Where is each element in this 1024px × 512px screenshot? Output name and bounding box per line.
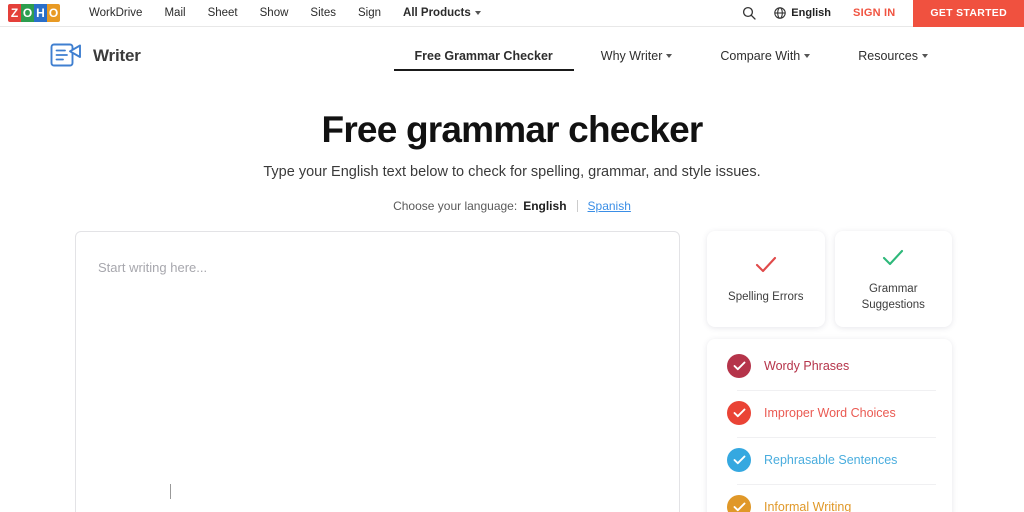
nav-label-compare-with: Compare With: [720, 48, 801, 63]
zoho-logo-letter-o2: O: [47, 4, 60, 22]
language-selector[interactable]: English: [774, 7, 831, 19]
chevron-down-icon: [804, 53, 811, 58]
page-subtitle: Type your English text below to check fo…: [263, 163, 761, 180]
stat-card-label-spelling-errors: Spelling Errors: [728, 290, 804, 303]
top-nav-item-workdrive[interactable]: WorkDrive: [78, 7, 153, 19]
results-sidebar: Spelling Errors Grammar Suggestions Word…: [707, 230, 952, 512]
zoho-logo-letter-h: H: [34, 4, 47, 22]
language-option-english[interactable]: English: [523, 199, 566, 213]
top-bar-right: English SIGN IN GET STARTED: [742, 0, 1024, 27]
language-option-spanish[interactable]: Spanish: [588, 199, 631, 213]
language-value: English: [791, 7, 832, 19]
check-badge-icon: [727, 354, 751, 379]
globe-icon: [774, 7, 787, 19]
top-nav-item-sheet[interactable]: Sheet: [197, 7, 249, 19]
hero-section: Free grammar checker Type your English t…: [0, 84, 1024, 213]
stat-card-label-grammar-suggestions: Grammar Suggestions: [861, 283, 925, 311]
get-started-button[interactable]: GET STARTED: [913, 0, 1024, 27]
brand-name: Writer: [93, 45, 141, 65]
sign-in-link[interactable]: SIGN IN: [853, 7, 895, 19]
list-item-label: Rephrasable Sentences: [764, 453, 898, 468]
list-item[interactable]: Informal Writing: [707, 483, 952, 512]
list-item[interactable]: Improper Word Choices: [707, 389, 952, 437]
writer-document-icon: [50, 42, 82, 70]
search-icon[interactable]: [742, 6, 756, 20]
nav-label-resources: Resources: [858, 48, 918, 63]
language-divider: [576, 199, 578, 212]
stat-card-grammar-suggestions[interactable]: Grammar Suggestions: [834, 230, 952, 327]
top-nav-item-mail[interactable]: Mail: [153, 7, 196, 19]
top-nav-item-all-products[interactable]: All Products: [392, 7, 492, 19]
nav-label-why-writer: Why Writer: [600, 48, 663, 63]
nav-label-free-grammar-checker: Free Grammar Checker: [414, 48, 553, 63]
nav-item-resources[interactable]: Resources: [834, 27, 952, 84]
check-badge-icon: [727, 495, 751, 512]
check-badge-icon: [727, 448, 751, 473]
zoho-logo-letter-z: Z: [8, 4, 21, 22]
top-nav-item-sign[interactable]: Sign: [347, 7, 392, 19]
stat-cards: Spelling Errors Grammar Suggestions: [707, 230, 952, 327]
top-utility-bar: Z O H O WorkDrive Mail Sheet Show Sites …: [0, 0, 1024, 27]
red-check-icon: [755, 252, 777, 278]
zoho-logo[interactable]: Z O H O: [8, 4, 60, 22]
language-chooser-label: Choose your language:: [393, 198, 518, 213]
editor-placeholder: Start writing here...: [98, 259, 208, 275]
writer-brand[interactable]: Writer: [50, 42, 141, 70]
list-item-label: Improper Word Choices: [764, 406, 896, 421]
nav-item-compare-with[interactable]: Compare With: [696, 27, 834, 84]
page-title: Free grammar checker: [321, 109, 704, 150]
zoho-logo-letter-o1: O: [21, 4, 34, 22]
list-item[interactable]: Rephrasable Sentences: [707, 436, 952, 484]
main-nav: Free Grammar Checker Why Writer Compare …: [391, 27, 953, 84]
top-nav-item-show[interactable]: Show: [249, 7, 300, 19]
main-content: Start writing here... Spelling Errors Gr…: [0, 230, 1024, 512]
chevron-down-icon: [474, 10, 481, 15]
green-check-icon: [882, 244, 904, 270]
language-chooser: Choose your language: English Spanish: [0, 199, 1024, 213]
site-header: Writer Free Grammar Checker Why Writer C…: [0, 27, 1024, 84]
chevron-down-icon: [922, 53, 928, 58]
list-item[interactable]: Wordy Phrases: [707, 343, 952, 390]
chevron-down-icon: [666, 53, 673, 58]
list-item-label: Informal Writing: [764, 500, 852, 512]
stat-card-spelling-errors[interactable]: Spelling Errors: [707, 230, 825, 327]
check-list-card: Wordy Phrases Improper Word Choices Reph…: [707, 338, 952, 512]
nav-item-why-writer[interactable]: Why Writer: [577, 27, 697, 84]
check-badge-icon: [727, 401, 751, 426]
text-cursor: [170, 483, 171, 499]
list-item-label: Wordy Phrases: [764, 359, 850, 374]
nav-item-free-grammar-checker[interactable]: Free Grammar Checker: [391, 27, 577, 84]
text-editor[interactable]: Start writing here...: [75, 230, 680, 512]
all-products-label: All Products: [403, 7, 471, 19]
top-nav-item-sites[interactable]: Sites: [299, 7, 347, 19]
product-nav: WorkDrive Mail Sheet Show Sites Sign All…: [78, 7, 492, 19]
